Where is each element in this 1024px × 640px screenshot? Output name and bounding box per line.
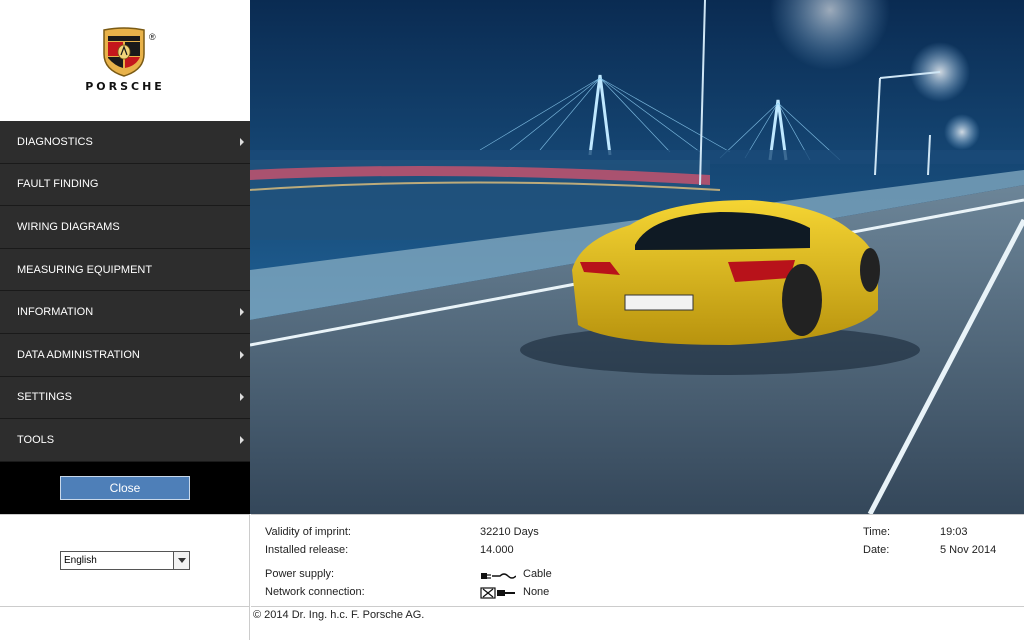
- menu-item-data-administration[interactable]: DATA ADMINISTRATION: [0, 333, 250, 377]
- plug-icon: [481, 573, 516, 579]
- release-value: 14.000: [480, 544, 514, 556]
- copyright-text: © 2014 Dr. Ing. h.c. F. Porsche AG.: [253, 609, 425, 621]
- language-select[interactable]: English: [60, 551, 190, 570]
- menu-item-tools[interactable]: TOOLS: [0, 419, 250, 462]
- date-value: 5 Nov 2014: [940, 544, 997, 556]
- chevron-down-icon[interactable]: [173, 552, 189, 569]
- time-label: Time:: [863, 526, 891, 538]
- chevron-right-icon: [240, 435, 244, 444]
- network-disconnected-icon: [480, 587, 515, 599]
- divider: [0, 606, 250, 607]
- porsche-wordmark: PORSCHE: [85, 80, 165, 93]
- power-supply-value: Cable: [523, 568, 552, 580]
- language-select-value: English: [64, 555, 97, 566]
- chevron-right-icon: [240, 308, 244, 317]
- network-connection-value: None: [523, 586, 550, 598]
- status-panel: Validity of imprint: 32210 Days Installe…: [251, 514, 1024, 640]
- registered-mark: ®: [149, 32, 156, 42]
- menu-item-information[interactable]: INFORMATION: [0, 291, 250, 334]
- release-label: Installed release:: [265, 544, 349, 556]
- menu-item-settings[interactable]: SETTINGS: [0, 376, 250, 420]
- main-menu: DIAGNOSTICS FAULT FINDING WIRING DIAGRAM…: [0, 121, 250, 462]
- menu-item-label: FAULT FINDING: [17, 178, 99, 191]
- menu-item-label: WIRING DIAGRAMS: [17, 220, 120, 233]
- language-panel: English: [0, 514, 250, 640]
- menu-item-label: DATA ADMINISTRATION: [17, 348, 140, 361]
- menu-item-diagnostics[interactable]: DIAGNOSTICS: [0, 121, 250, 164]
- validity-value: 32210 Days: [480, 526, 539, 538]
- sidebar: ® PORSCHE DIAGNOSTICS FAULT FINDING WIRI…: [0, 0, 250, 514]
- logo-area: ® PORSCHE: [0, 0, 250, 121]
- hero-image: [250, 0, 1024, 514]
- power-supply-label: Power supply:: [265, 568, 335, 580]
- menu-item-label: MEASURING EQUIPMENT: [17, 263, 153, 276]
- network-connection-label: Network connection:: [265, 586, 365, 598]
- menu-item-label: INFORMATION: [17, 306, 94, 319]
- hero-illustration: [250, 0, 1024, 514]
- validity-label: Validity of imprint:: [265, 526, 351, 538]
- date-label: Date:: [863, 544, 890, 556]
- close-button[interactable]: Close: [60, 476, 190, 500]
- chevron-right-icon: [240, 137, 244, 146]
- menu-item-wiring-diagrams[interactable]: WIRING DIAGRAMS: [0, 206, 250, 249]
- menu-item-measuring-equipment[interactable]: MEASURING EQUIPMENT: [0, 248, 250, 292]
- menu-item-label: DIAGNOSTICS: [17, 135, 93, 148]
- time-value: 19:03: [940, 526, 968, 538]
- menu-item-label: SETTINGS: [17, 391, 73, 404]
- chevron-right-icon: [240, 350, 244, 359]
- chevron-right-icon: [240, 393, 244, 402]
- divider: [251, 606, 1024, 607]
- menu-item-label: TOOLS: [17, 433, 55, 446]
- porsche-crest-logo: [103, 27, 145, 77]
- menu-item-fault-finding[interactable]: FAULT FINDING: [0, 163, 250, 207]
